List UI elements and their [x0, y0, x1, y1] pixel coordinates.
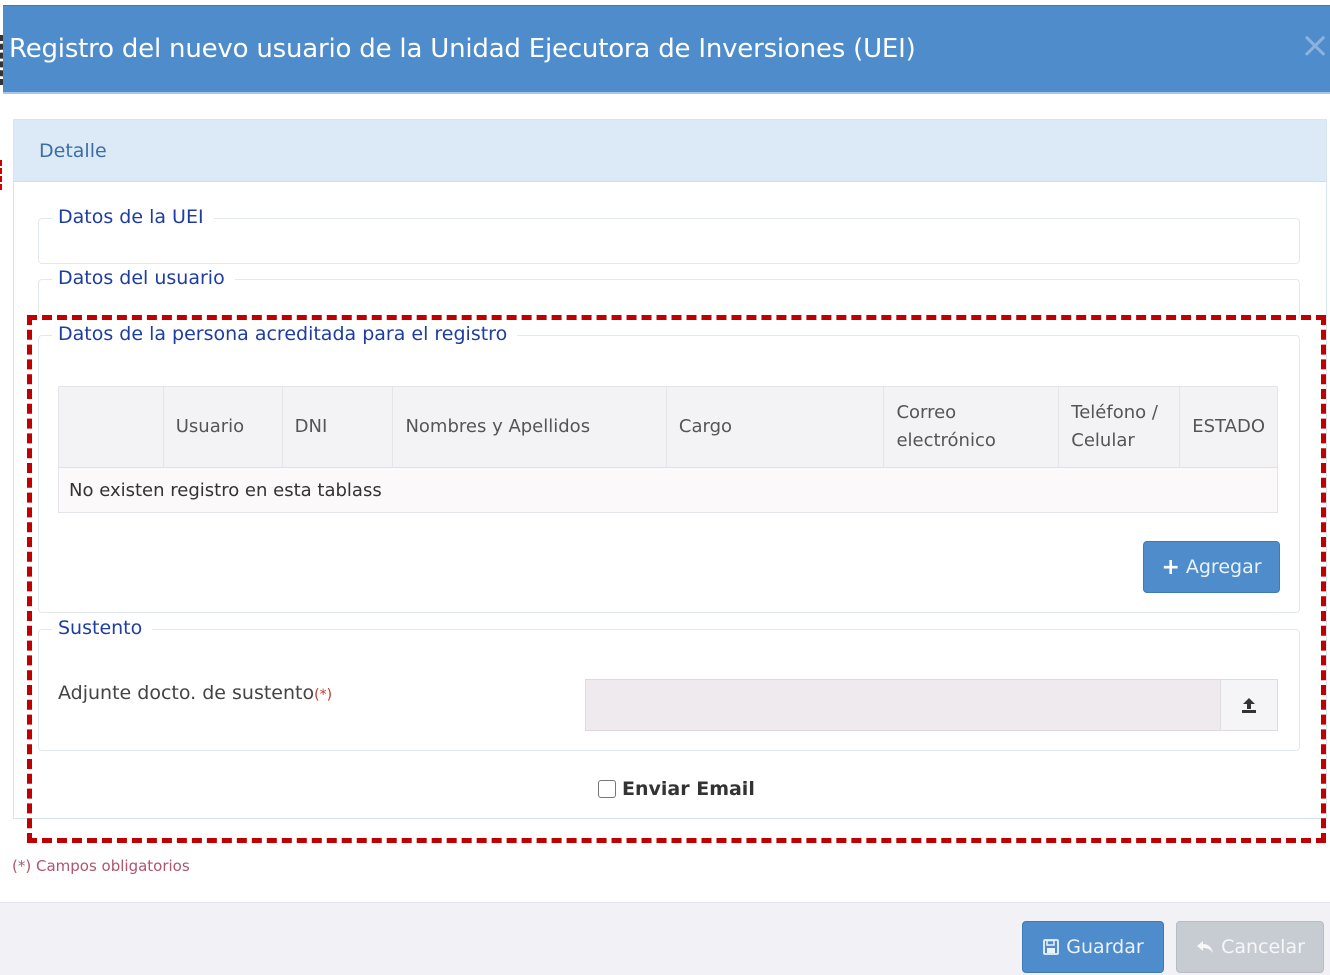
enviar-email-row: Enviar Email [598, 778, 755, 800]
table-empty-message: No existen registro en esta tablass [58, 467, 1278, 513]
legend-usuario: Datos del usuario [52, 267, 235, 289]
table-header-row: Usuario DNI Nombres y Apellidos Cargo Co… [58, 386, 1278, 468]
fieldset-uei [38, 218, 1300, 264]
column-header-cargo[interactable]: Cargo [665, 386, 884, 468]
agregar-button[interactable]: + Agregar [1143, 541, 1280, 593]
column-header-select [58, 386, 164, 468]
panel-heading: Detalle [14, 120, 1326, 182]
upload-icon [1242, 698, 1256, 713]
column-header-nombres[interactable]: Nombres y Apellidos [392, 386, 667, 468]
required-fields-note: (*) Campos obligatorios [12, 857, 190, 875]
undo-icon [1197, 941, 1214, 953]
save-icon [1043, 939, 1060, 955]
enviar-email-label: Enviar Email [622, 778, 755, 800]
column-header-usuario[interactable]: Usuario [162, 386, 283, 468]
sustento-file-input[interactable] [585, 679, 1221, 731]
guardar-button-label: Guardar [1066, 936, 1144, 958]
modal-header: Registro del nuevo usuario de la Unidad … [3, 5, 1330, 94]
left-edge-red-mark [0, 160, 4, 190]
panel-title: Detalle [39, 140, 107, 162]
enviar-email-checkbox[interactable] [598, 780, 616, 798]
column-header-estado[interactable]: ESTADO [1179, 386, 1278, 468]
column-header-dni[interactable]: DNI [281, 386, 393, 468]
legend-persona: Datos de la persona acreditada para el r… [52, 323, 518, 345]
column-header-correo[interactable]: Correo electrónico [883, 386, 1059, 468]
cancelar-button[interactable]: Cancelar [1176, 921, 1324, 973]
legend-sustento: Sustento [52, 617, 153, 639]
cancelar-button-label: Cancelar [1221, 936, 1305, 958]
required-marker: (*) [314, 687, 333, 703]
sustento-label-text: Adjunte docto. de sustento [58, 682, 315, 704]
close-icon: × [1300, 25, 1330, 66]
guardar-button[interactable]: Guardar [1022, 921, 1164, 973]
persona-table: Usuario DNI Nombres y Apellidos Cargo Co… [58, 386, 1278, 513]
sustento-label: Adjunte docto. de sustento(*) [58, 682, 332, 704]
agregar-button-label: Agregar [1185, 556, 1262, 578]
column-header-telefono[interactable]: Teléfono / Celular [1058, 386, 1180, 468]
legend-uei: Datos de la UEI [52, 206, 214, 228]
upload-button[interactable] [1220, 679, 1278, 731]
close-button[interactable]: × [1300, 26, 1330, 66]
plus-icon: + [1161, 554, 1180, 580]
table-row: No existen registro en esta tablass [58, 467, 1278, 513]
modal-title: Registro del nuevo usuario de la Unidad … [9, 34, 916, 64]
